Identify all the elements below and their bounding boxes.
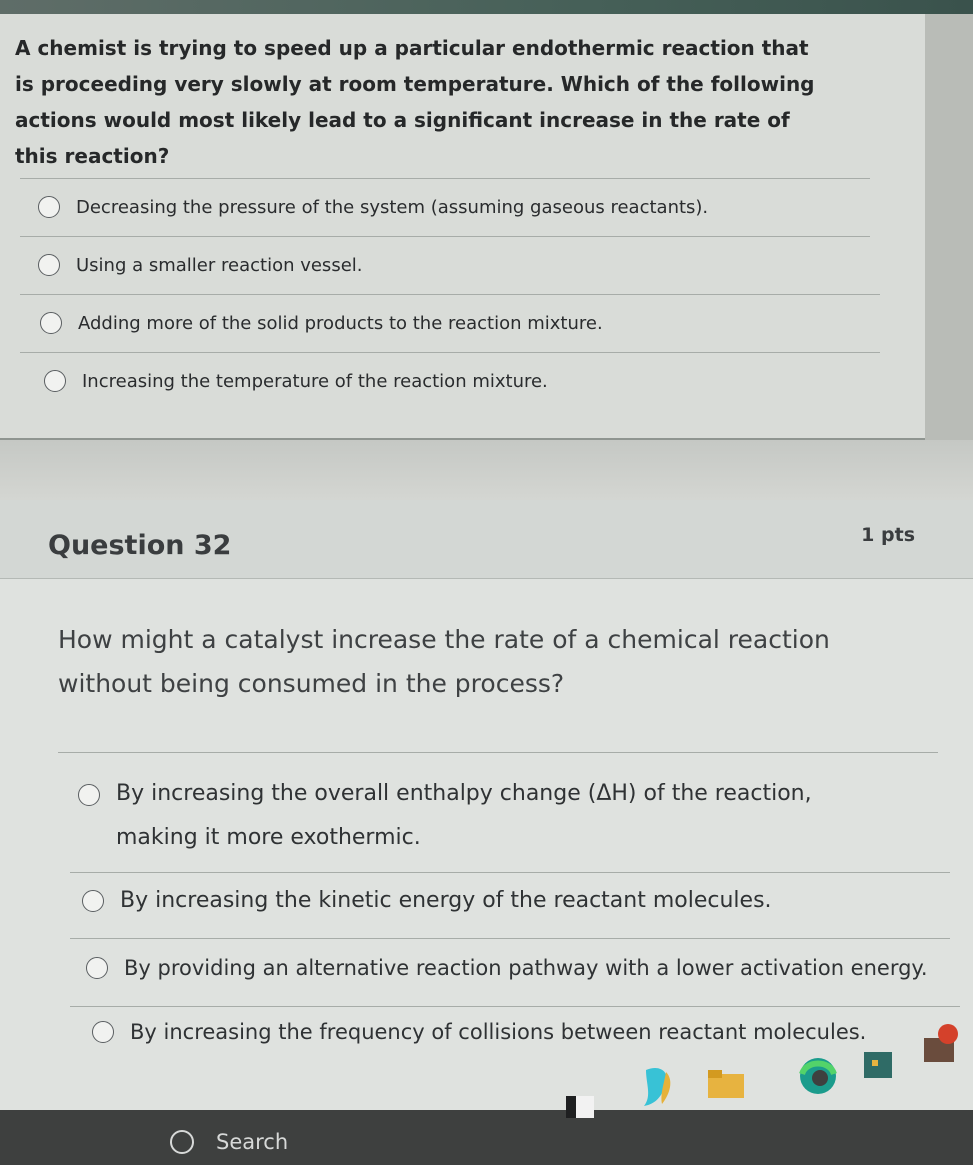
folder-icon[interactable]	[704, 1064, 748, 1104]
copilot-icon[interactable]	[636, 1064, 676, 1112]
question-title: Question 32	[48, 530, 232, 561]
option-label: By increasing the overall enthalpy chang…	[116, 781, 812, 850]
question-option-4[interactable]: By increasing the frequency of collision…	[92, 1020, 866, 1044]
option-label: By providing an alternative reaction pat…	[124, 956, 928, 980]
previous-option-3[interactable]: Adding more of the solid products to the…	[40, 312, 603, 334]
option-label: Using a smaller reaction vessel.	[76, 254, 363, 276]
divider	[20, 294, 880, 295]
divider	[70, 872, 950, 873]
radio-icon[interactable]	[38, 196, 60, 218]
question-option-3[interactable]: By providing an alternative reaction pat…	[86, 956, 928, 980]
radio-icon[interactable]	[86, 957, 108, 979]
previous-question-text: A chemist is trying to speed up a partic…	[15, 36, 815, 168]
radio-icon[interactable]	[92, 1021, 114, 1043]
card-gap	[0, 440, 973, 500]
option-label: By increasing the kinetic energy of the …	[120, 888, 772, 913]
search-icon	[170, 1130, 194, 1154]
radio-icon[interactable]	[44, 370, 66, 392]
previous-option-2[interactable]: Using a smaller reaction vessel.	[38, 254, 363, 276]
option-label: Decreasing the pressure of the system (a…	[76, 196, 709, 218]
divider	[58, 752, 938, 753]
divider	[20, 352, 880, 353]
previous-option-1[interactable]: Decreasing the pressure of the system (a…	[38, 196, 708, 218]
divider	[70, 1006, 960, 1007]
option-label: By increasing the frequency of collision…	[130, 1020, 867, 1044]
radio-icon[interactable]	[78, 784, 100, 806]
option-label: Increasing the temperature of the reacti…	[82, 370, 548, 392]
question-header: Question 32 1 pts	[0, 500, 973, 579]
taskbar	[0, 1110, 973, 1165]
question-card: Question 32 1 pts How might a catalyst i…	[0, 500, 973, 1140]
divider	[20, 236, 870, 237]
store-icon[interactable]	[860, 1042, 896, 1082]
divider	[20, 178, 870, 179]
question-option-2[interactable]: By increasing the kinetic energy of the …	[82, 888, 772, 913]
option-label: Adding more of the solid products to the…	[78, 312, 603, 334]
question-points: 1 pts	[861, 524, 915, 546]
previous-question-card: A chemist is trying to speed up a partic…	[0, 14, 925, 440]
app-icon[interactable]	[918, 1020, 964, 1068]
question-text: How might a catalyst increase the rate o…	[58, 625, 830, 698]
search-label: Search	[216, 1130, 289, 1154]
top-strip	[0, 0, 973, 14]
file-explorer-icon[interactable]	[560, 1088, 600, 1128]
radio-icon[interactable]	[38, 254, 60, 276]
edge-icon[interactable]	[796, 1054, 840, 1098]
question-option-1[interactable]: By increasing the overall enthalpy chang…	[78, 772, 898, 860]
taskbar-search[interactable]: Search	[170, 1130, 288, 1154]
previous-option-4[interactable]: Increasing the temperature of the reacti…	[44, 370, 548, 392]
divider	[70, 938, 950, 939]
radio-icon[interactable]	[82, 889, 104, 912]
radio-icon[interactable]	[40, 312, 62, 334]
